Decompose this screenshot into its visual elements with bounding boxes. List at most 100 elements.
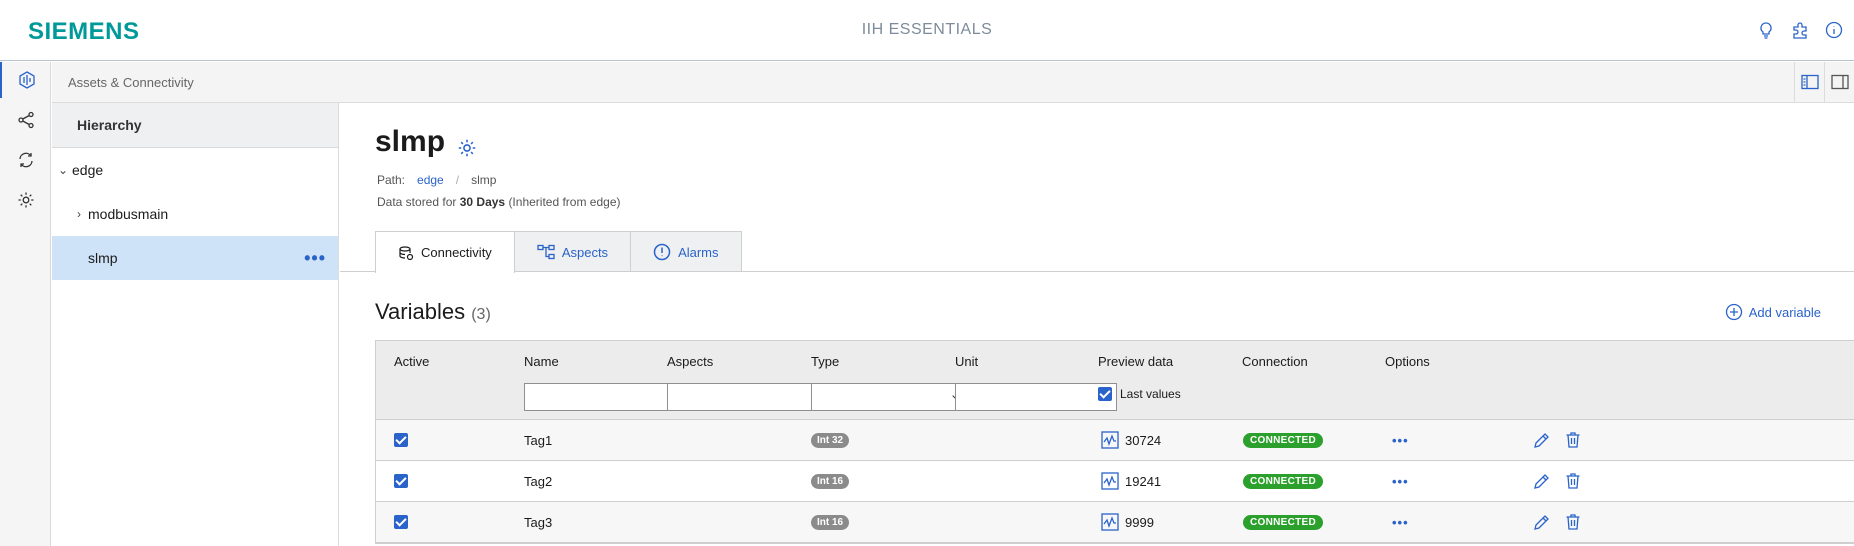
share-icon — [17, 111, 34, 129]
add-variable-button[interactable]: Add variable — [1725, 303, 1821, 321]
add-circle-icon — [1725, 303, 1742, 321]
delete-button[interactable] — [1563, 420, 1583, 460]
active-checkbox[interactable] — [394, 433, 408, 447]
type-filter-select[interactable] — [811, 383, 973, 411]
tree-node-label: modbusmain — [88, 206, 169, 222]
add-variable-label: Add variable — [1748, 304, 1821, 320]
rail-item-share[interactable] — [0, 102, 51, 138]
column-header-name: Name — [524, 354, 559, 369]
column-header-preview: Preview data — [1098, 354, 1174, 369]
last-values-label: Last values — [1120, 387, 1181, 401]
chevron-down-icon[interactable]: ⌄ — [56, 163, 70, 177]
trash-icon — [1566, 473, 1580, 489]
edit-button[interactable] — [1532, 502, 1552, 542]
asset-settings-icon[interactable] — [456, 137, 478, 159]
type-badge: Int 32 — [811, 432, 850, 448]
edit-button[interactable] — [1532, 420, 1552, 460]
chevron-right-icon[interactable]: › — [72, 207, 86, 221]
tab-divider — [340, 271, 1854, 272]
type-cell: Int 32 — [811, 420, 850, 460]
active-checkbox[interactable] — [394, 515, 408, 529]
column-header-unit: Unit — [955, 354, 979, 369]
column-header-aspects: Aspects — [667, 354, 714, 369]
more-options-icon[interactable]: ••• — [304, 248, 326, 269]
asset-path: Path: edge / slmp — [377, 173, 496, 187]
sync-icon — [18, 152, 33, 168]
asset-detail: slmp Path: edge / slmp Data stored for 3… — [340, 103, 1854, 546]
lightbulb-icon[interactable] — [1756, 20, 1776, 40]
gear-icon — [18, 192, 33, 208]
name-filter-input[interactable] — [524, 383, 686, 411]
row-options-button[interactable]: ••• — [1392, 461, 1409, 501]
alarm-icon — [653, 243, 671, 261]
trend-chart-icon[interactable] — [1101, 472, 1119, 490]
app-rail — [0, 62, 51, 546]
tab-aspects[interactable]: Aspects — [513, 231, 632, 272]
table-row: Tag2 Int 16 19241 CONNECTED ••• — [376, 461, 1854, 502]
rail-item-settings[interactable] — [0, 182, 51, 218]
delete-button[interactable] — [1563, 461, 1583, 501]
rail-item-assets[interactable] — [0, 62, 51, 98]
layout-left-button[interactable] — [1794, 62, 1824, 102]
row-options-button[interactable]: ••• — [1392, 420, 1409, 460]
rail-item-sync[interactable] — [0, 142, 51, 178]
aspects-icon — [537, 244, 555, 260]
retention-value: 30 Days — [459, 195, 506, 209]
path-link-edge[interactable]: edge — [417, 173, 444, 187]
variables-table: Active Name Aspects Type Unit Preview da… — [375, 340, 1854, 544]
tab-label: Connectivity — [421, 245, 492, 260]
tab-alarms[interactable]: Alarms — [630, 231, 742, 272]
tree-node-slmp[interactable]: slmp ••• — [52, 236, 338, 280]
retention-info: Data stored for 30 Days (Inherited from … — [377, 195, 621, 209]
tree-node-label: edge — [72, 162, 104, 178]
app-title: IIH ESSENTIALS — [861, 21, 993, 38]
info-icon[interactable] — [1824, 20, 1844, 40]
top-header: SIEMENS IIH ESSENTIALS — [0, 0, 1854, 61]
preview-value: 9999 — [1125, 514, 1154, 530]
layout-toggle — [1794, 62, 1854, 102]
last-values-toggle[interactable]: Last values — [1098, 387, 1181, 401]
plugin-icon[interactable] — [1790, 20, 1810, 40]
unit-filter-input[interactable] — [955, 383, 1117, 411]
trend-chart-icon[interactable] — [1101, 431, 1119, 449]
page-title: slmp — [375, 125, 446, 158]
type-cell: Int 16 — [811, 502, 850, 542]
column-header-active: Active — [394, 354, 430, 369]
trend-chart-icon[interactable] — [1101, 513, 1119, 531]
type-cell: Int 16 — [811, 461, 850, 501]
connectivity-icon — [399, 245, 414, 260]
breadcrumb: Assets & Connectivity — [68, 75, 194, 90]
tree-node-modbusmain[interactable]: › modbusmain — [52, 192, 338, 236]
aspects-filter-input[interactable] — [667, 383, 829, 411]
pencil-icon — [1534, 515, 1549, 530]
table-row: Tag3 Int 16 9999 CONNECTED ••• — [376, 502, 1854, 543]
layout-right-button[interactable] — [1824, 62, 1854, 102]
edit-button[interactable] — [1532, 461, 1552, 501]
retention-suffix: (Inherited from edge) — [508, 195, 621, 209]
path-current: slmp — [471, 173, 497, 187]
preview-cell: 30724 — [1101, 420, 1161, 460]
connection-cell: CONNECTED — [1243, 502, 1324, 542]
variable-name: Tag1 — [524, 432, 553, 448]
last-values-checkbox[interactable] — [1098, 387, 1112, 401]
column-header-type: Type — [811, 354, 840, 369]
delete-button[interactable] — [1563, 502, 1583, 542]
row-options-button[interactable]: ••• — [1392, 502, 1409, 542]
type-badge: Int 16 — [811, 473, 850, 489]
connection-status-badge: CONNECTED — [1243, 432, 1324, 448]
type-badge: Int 16 — [811, 514, 850, 530]
active-cell — [394, 461, 408, 501]
tree-node-label: slmp — [88, 250, 118, 266]
trash-icon — [1566, 514, 1580, 530]
variables-heading: Variables (3) — [375, 299, 491, 325]
connection-cell: CONNECTED — [1243, 420, 1324, 460]
path-separator: / — [455, 173, 460, 187]
preview-value: 19241 — [1125, 473, 1162, 489]
tree-node-edge[interactable]: ⌄ edge — [52, 148, 338, 192]
active-checkbox[interactable] — [394, 474, 408, 488]
preview-cell: 9999 — [1101, 502, 1154, 542]
path-label: Path: — [377, 173, 406, 187]
column-header-options: Options — [1385, 354, 1430, 369]
tab-label: Aspects — [561, 244, 609, 260]
tab-connectivity[interactable]: Connectivity — [375, 231, 515, 273]
